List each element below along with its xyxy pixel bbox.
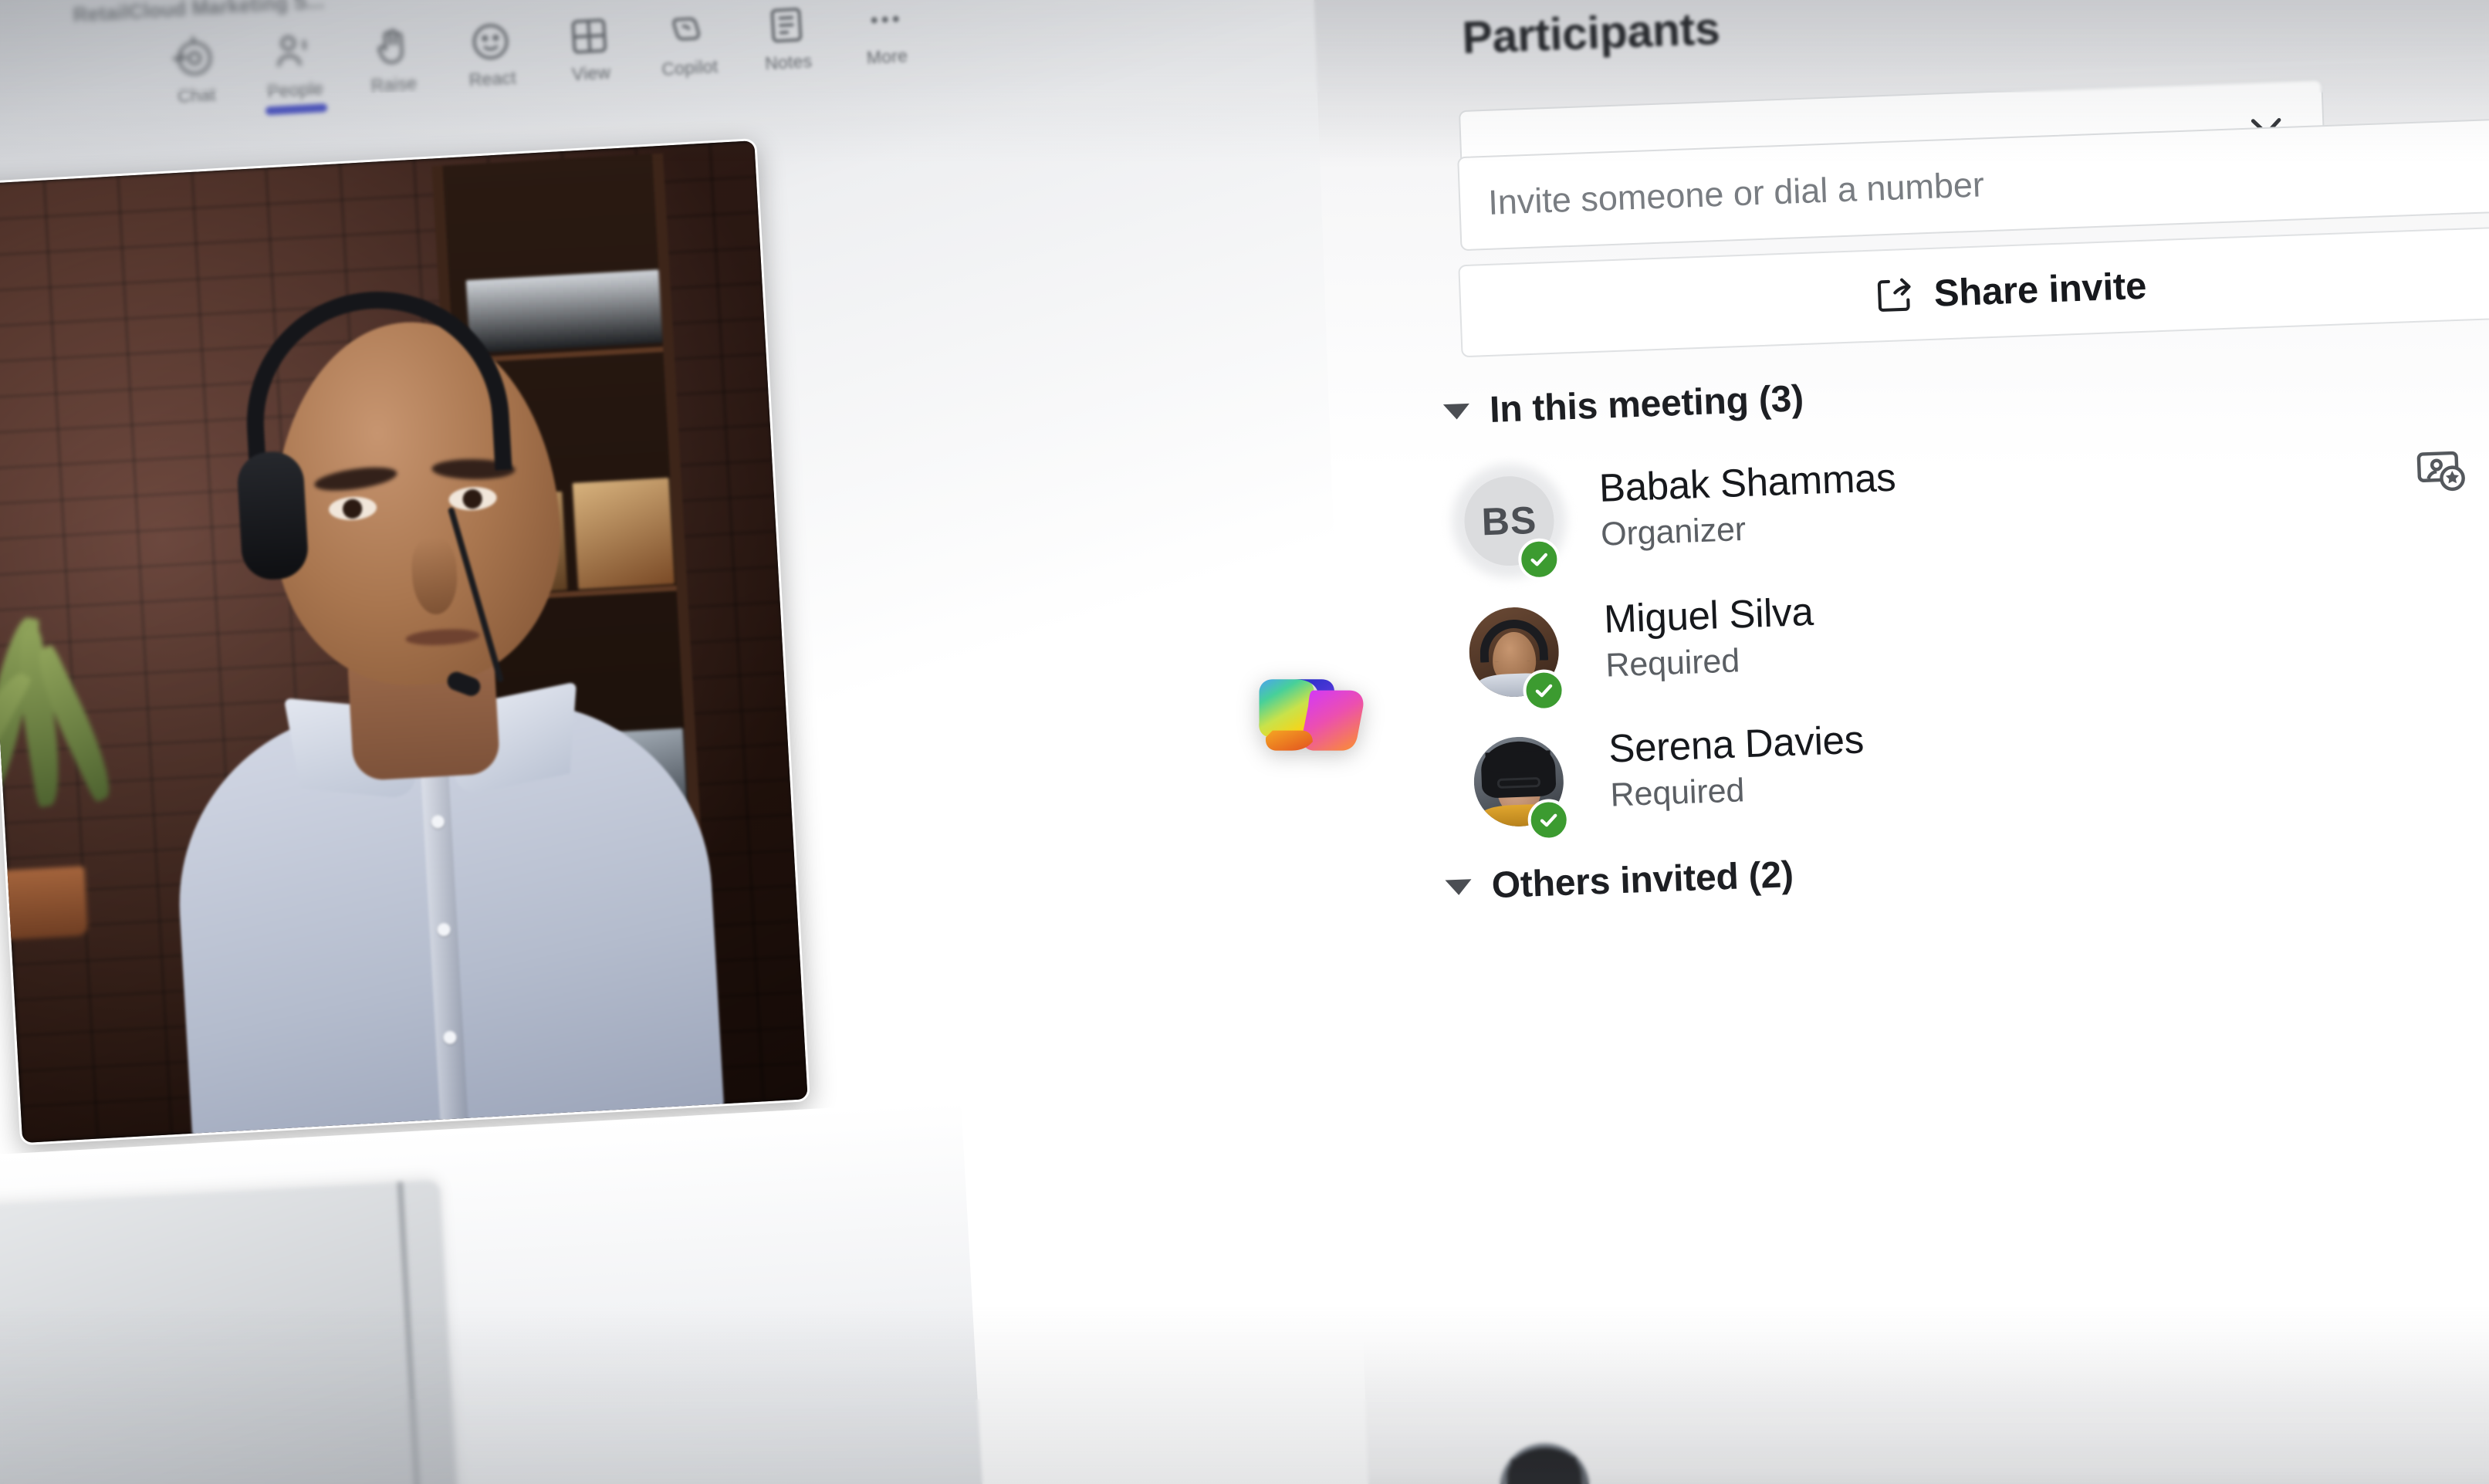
toolbar-label-raise: Raise — [370, 73, 418, 96]
section-others-invited[interactable]: Others invited (2) — [1445, 854, 1794, 908]
meeting-title: RetailCloud Marketing S... — [72, 0, 326, 27]
video-tile-speaker[interactable] — [0, 137, 810, 1146]
presence-badge-available — [1517, 537, 1561, 581]
toolbar-item-people[interactable]: People — [242, 29, 345, 116]
participant-row-miguel-silva[interactable]: Miguel Silva Required — [1452, 563, 2489, 720]
spotlight-icon[interactable] — [2413, 443, 2471, 501]
more-icon — [862, 0, 908, 42]
notes-icon — [763, 2, 809, 48]
toolbar-item-view[interactable]: View — [539, 12, 641, 86]
section-label-in-this-meeting: In this meeting (3) — [1489, 378, 1804, 431]
caret-down-icon — [1442, 403, 1470, 420]
participant-name: Babak Shammas — [1598, 455, 1897, 510]
avatar — [1498, 1442, 1591, 1484]
toolbar-item-notes[interactable]: Notes — [736, 1, 838, 76]
toolbar-item-chat[interactable]: Chat — [144, 34, 247, 109]
toolbar-label-react: React — [468, 67, 517, 90]
participant-role: Required — [1609, 772, 1746, 814]
presence-badge-available — [1527, 798, 1571, 842]
participants-panel: Participants Invite someone or dial a nu… — [1312, 0, 2489, 1484]
invite-input[interactable] — [1459, 144, 2489, 225]
speaker-video-person — [153, 262, 725, 1146]
toolbar-item-raise[interactable]: Raise — [341, 23, 444, 98]
people-icon — [270, 30, 316, 76]
toolbar-label-copilot: Copilot — [661, 56, 719, 79]
copilot-logo-icon — [1252, 664, 1387, 764]
toolbar-label-more: More — [866, 45, 908, 68]
share-invite-label: Share invite — [1933, 265, 2148, 315]
toolbar-item-more[interactable]: More — [834, 0, 937, 70]
toolbar-item-react[interactable]: React — [440, 17, 543, 92]
participant-name: Miguel Silva — [1603, 589, 1814, 641]
close-icon[interactable] — [2393, 0, 2450, 2]
participant-role: Required — [1605, 642, 1740, 685]
react-smiley-icon — [468, 19, 513, 64]
participant-row-babak-shammas[interactable]: BS Babak Shammas Organizer — [1447, 433, 2489, 590]
page-title: Participants — [1461, 2, 1721, 63]
participant-row-serena-davies[interactable]: Serena Davies Required — [1457, 693, 2489, 850]
share-icon — [1872, 273, 1916, 318]
toolbar-label-view: View — [571, 62, 611, 85]
raise-hand-icon — [369, 25, 414, 70]
participant-actions — [2413, 438, 2489, 500]
toolbar-label-chat: Chat — [177, 84, 217, 106]
toolbar-item-copilot[interactable]: Copilot — [637, 6, 740, 81]
toolbar-label-people: People — [266, 78, 324, 102]
avatar-photo — [1498, 1442, 1591, 1484]
participant-name: Serena Davies — [1608, 717, 1865, 771]
laptop — [0, 1179, 458, 1484]
plant — [0, 607, 165, 941]
screen: RetailCloud Marketing S... Chat People R… — [0, 0, 2489, 1484]
presence-badge-available — [1522, 668, 1566, 712]
view-grid-icon — [566, 13, 612, 59]
header-divider — [1453, 53, 2489, 96]
participant-role: Organizer — [1600, 510, 1747, 553]
toolbar-label-notes: Notes — [764, 50, 813, 74]
chat-icon — [171, 35, 218, 81]
caret-down-icon — [1445, 878, 1473, 895]
active-tab-indicator — [265, 103, 328, 116]
participant-row-partial[interactable] — [1483, 1405, 2489, 1484]
copilot-icon — [665, 8, 711, 53]
section-in-this-meeting[interactable]: In this meeting (3) — [1442, 377, 1804, 433]
section-label-others-invited: Others invited (2) — [1490, 854, 1794, 907]
